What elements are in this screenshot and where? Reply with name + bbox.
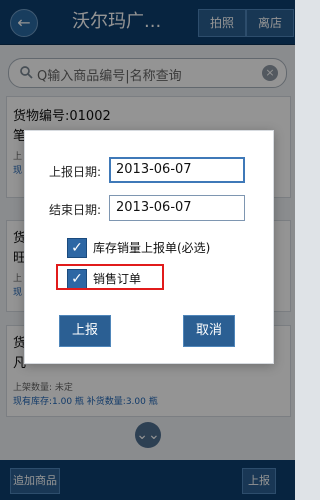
report-date-label: 上报日期:	[49, 165, 102, 179]
end-date-label: 结束日期:	[49, 203, 102, 217]
report-date-row: 上报日期: 2013-06-07	[25, 156, 273, 186]
screen: ← 沃尔玛广... 拍照 离店 Q输入商品编号|名称查询 × 货物编号:0100…	[0, 0, 295, 500]
end-date-row: 结束日期: 2013-06-07	[25, 194, 273, 224]
end-date-field[interactable]: 2013-06-07	[109, 195, 245, 221]
inventory-sales-checkbox-row[interactable]: ✓ 库存销量上报单(必选)	[67, 236, 249, 258]
report-date-field[interactable]: 2013-06-07	[109, 157, 245, 183]
inventory-sales-label: 库存销量上报单(必选)	[93, 241, 211, 255]
checkbox-checked-icon[interactable]: ✓	[67, 238, 87, 258]
dialog-cancel-button[interactable]: 取消	[183, 315, 235, 347]
report-dialog: 上报日期: 2013-06-07 结束日期: 2013-06-07 ✓ 库存销量…	[24, 130, 274, 364]
dialog-report-button[interactable]: 上报	[59, 315, 111, 347]
highlight-box	[56, 264, 164, 290]
